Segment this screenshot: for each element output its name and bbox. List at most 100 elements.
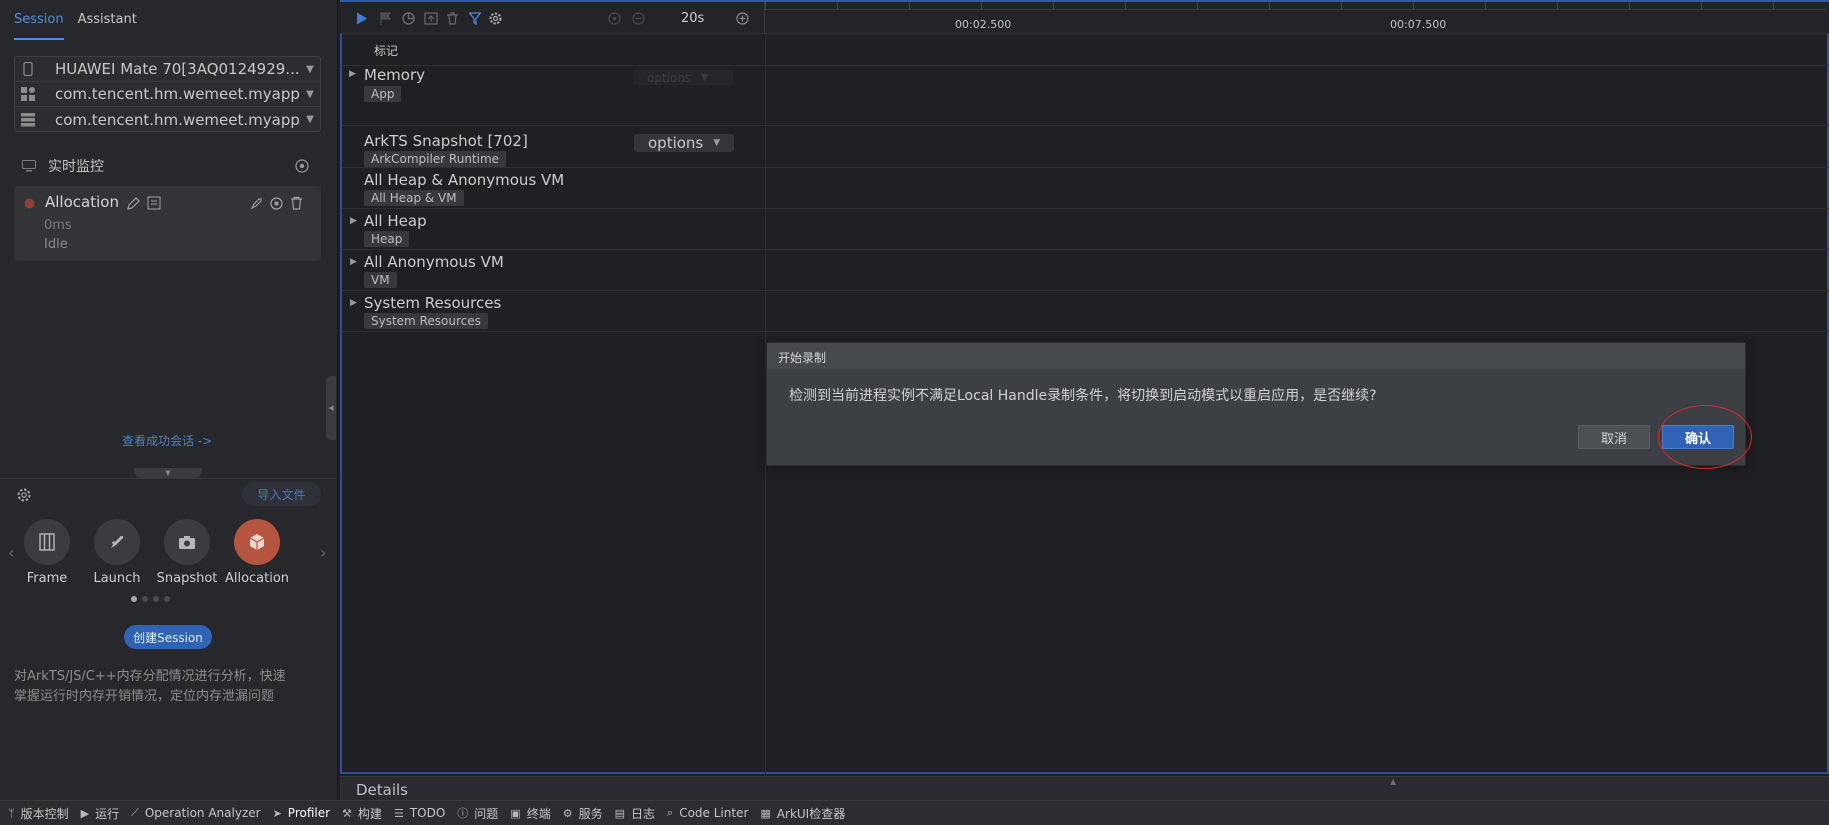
rocket-icon[interactable] bbox=[250, 197, 263, 210]
chart-icon: ⟋ bbox=[131, 806, 139, 819]
divider bbox=[0, 478, 337, 479]
realtime-monitor-header: 实时监控 bbox=[22, 156, 104, 176]
record-icon[interactable] bbox=[270, 197, 283, 210]
rocket-icon bbox=[108, 533, 126, 551]
statusbar-code-linter[interactable]: ⌕ Code Linter bbox=[667, 806, 760, 820]
statusbar-problems[interactable]: ⓘ 问题 bbox=[457, 805, 510, 822]
carousel-next-icon[interactable]: › bbox=[320, 543, 326, 562]
carousel-dot[interactable] bbox=[153, 596, 159, 602]
device-select[interactable]: HUAWEI Mate 70[3AQ0124929... ▼ bbox=[15, 57, 320, 82]
app-select[interactable]: com.tencent.hm.wemeet.myapp... ▼ bbox=[15, 82, 320, 107]
target-icon[interactable] bbox=[295, 159, 309, 173]
tab-session[interactable]: Session bbox=[14, 12, 64, 40]
zoom-out-icon[interactable] bbox=[632, 12, 645, 25]
allocation-task-card[interactable]: Allocation 0ms Idle bbox=[14, 186, 321, 261]
statusbar-profiler[interactable]: ➤ Profiler bbox=[273, 806, 342, 820]
log-icon: ▤ bbox=[614, 806, 626, 820]
track-name: ArkTS Snapshot [702] bbox=[364, 132, 528, 150]
marker-row-label: 标记 bbox=[374, 44, 399, 58]
chart-pie-icon[interactable] bbox=[402, 12, 415, 25]
track-tag: VM bbox=[364, 272, 397, 288]
profiler-toolbar: 20s 00:02.500 00:07.500 bbox=[340, 0, 1829, 34]
chevron-down-icon: ▼ bbox=[306, 114, 314, 125]
export-icon[interactable] bbox=[424, 12, 438, 25]
statusbar-log[interactable]: ▤ 日志 bbox=[615, 805, 667, 822]
process-select[interactable]: com.tencent.hm.wemeet.myapp... ▼ bbox=[15, 107, 320, 132]
chevron-up-icon[interactable]: ▲ bbox=[1390, 777, 1396, 786]
statusbar-todo[interactable]: ☰ TODO bbox=[394, 806, 457, 820]
statusbar-version-control[interactable]: ᛘ 版本控制 bbox=[8, 805, 81, 822]
edit-icon[interactable] bbox=[126, 196, 141, 211]
settings-icon[interactable] bbox=[488, 11, 503, 26]
statusbar-label: 服务 bbox=[578, 806, 603, 821]
carousel-dot[interactable] bbox=[142, 596, 148, 602]
task-name: Allocation bbox=[45, 193, 119, 211]
filter-icon[interactable] bbox=[469, 12, 481, 25]
tab-assistant[interactable]: Assistant bbox=[78, 12, 137, 40]
template-launch-button[interactable] bbox=[94, 519, 140, 565]
phone-icon bbox=[15, 62, 41, 76]
play-icon: ▶ bbox=[80, 806, 90, 820]
track-arkts-snapshot[interactable]: ArkTS Snapshot [702] ArkCompiler Runtime… bbox=[342, 126, 1829, 168]
panel-resize-handle[interactable]: ◀ bbox=[326, 376, 336, 440]
options-dropdown[interactable]: options ▼ bbox=[634, 134, 734, 152]
track-name: All Heap & Anonymous VM bbox=[364, 171, 565, 189]
carousel-dot[interactable] bbox=[164, 596, 170, 602]
template-frame-label: Frame bbox=[26, 571, 68, 586]
statusbar-arkui-inspector[interactable]: ▦ ArkUI检查器 bbox=[760, 805, 857, 822]
track-system-resources[interactable]: ▶ System Resources System Resources bbox=[342, 291, 1829, 332]
collapse-handle[interactable]: ▼ bbox=[134, 468, 202, 478]
template-snapshot-button[interactable] bbox=[164, 519, 210, 565]
details-icon[interactable] bbox=[147, 196, 161, 210]
expand-triangle-icon[interactable]: ▶ bbox=[350, 216, 357, 226]
template-allocation-button[interactable] bbox=[234, 519, 280, 565]
expand-triangle-icon[interactable]: ▶ bbox=[349, 69, 356, 79]
track-all-heap[interactable]: ▶ All Heap Heap bbox=[342, 209, 1829, 250]
camera-icon bbox=[178, 535, 196, 550]
process-select-label: com.tencent.hm.wemeet.myapp... bbox=[55, 110, 300, 129]
import-file-button[interactable]: 导入文件 bbox=[242, 482, 321, 506]
hammer-icon: ⚒ bbox=[342, 806, 352, 820]
expand-triangle-icon[interactable]: ▶ bbox=[350, 298, 357, 308]
track-tag: ArkCompiler Runtime bbox=[364, 151, 507, 167]
track-name: All Anonymous VM bbox=[364, 253, 504, 271]
statusbar-label: ArkUI检查器 bbox=[776, 806, 846, 821]
device-select-label: HUAWEI Mate 70[3AQ0124929... bbox=[55, 60, 300, 78]
details-panel-header[interactable]: Details ▲ bbox=[340, 776, 1829, 800]
create-session-button[interactable]: 创建Session bbox=[124, 625, 212, 649]
statusbar-run[interactable]: ▶ 运行 bbox=[81, 805, 131, 822]
chevron-down-icon: ▼ bbox=[306, 63, 314, 75]
highlight-ring bbox=[1658, 405, 1752, 469]
gear-icon[interactable] bbox=[16, 487, 32, 503]
options-dropdown-disabled[interactable]: options ▼ bbox=[633, 70, 733, 85]
statusbar-operation-analyzer[interactable]: ⟋ Operation Analyzer bbox=[131, 806, 272, 820]
statusbar-services[interactable]: ⚙ 服务 bbox=[563, 805, 615, 822]
zoom-reset-icon[interactable] bbox=[608, 12, 621, 25]
delete-icon[interactable] bbox=[290, 196, 303, 210]
details-label: Details bbox=[356, 781, 409, 799]
time-ruler[interactable] bbox=[765, 2, 1827, 10]
view-success-sessions-link[interactable]: 查看成功会话 -> bbox=[122, 432, 212, 449]
frame-icon bbox=[39, 533, 55, 551]
track-all-heap-vm[interactable]: All Heap & Anonymous VM All Heap & VM bbox=[342, 168, 1829, 209]
template-frame-button[interactable] bbox=[24, 519, 70, 565]
statusbar-build[interactable]: ⚒ 构建 bbox=[342, 805, 394, 822]
track-memory[interactable]: ▶ Memory App options ▼ bbox=[342, 66, 1829, 126]
process-icon bbox=[15, 112, 41, 127]
marker-row[interactable]: 标记 bbox=[342, 34, 1829, 66]
flag-icon[interactable] bbox=[380, 12, 391, 25]
statusbar-label: 终端 bbox=[526, 806, 551, 821]
carousel-dot-active[interactable] bbox=[131, 596, 137, 602]
timeline-tick-label: 00:07.500 bbox=[1390, 18, 1447, 31]
statusbar-terminal[interactable]: ▣ 终端 bbox=[510, 805, 562, 822]
play-icon[interactable] bbox=[356, 12, 368, 25]
carousel-prev-icon[interactable]: ‹ bbox=[8, 543, 14, 562]
statusbar-label: Operation Analyzer bbox=[144, 806, 261, 820]
zoom-in-icon[interactable] bbox=[736, 12, 749, 25]
cancel-button[interactable]: 取消 bbox=[1578, 425, 1650, 449]
track-all-anonymous-vm[interactable]: ▶ All Anonymous VM VM bbox=[342, 250, 1829, 291]
chevron-left-icon: ◀ bbox=[328, 404, 334, 412]
trash-icon[interactable] bbox=[446, 12, 459, 25]
track-tag: System Resources bbox=[364, 313, 488, 329]
expand-triangle-icon[interactable]: ▶ bbox=[350, 257, 357, 267]
